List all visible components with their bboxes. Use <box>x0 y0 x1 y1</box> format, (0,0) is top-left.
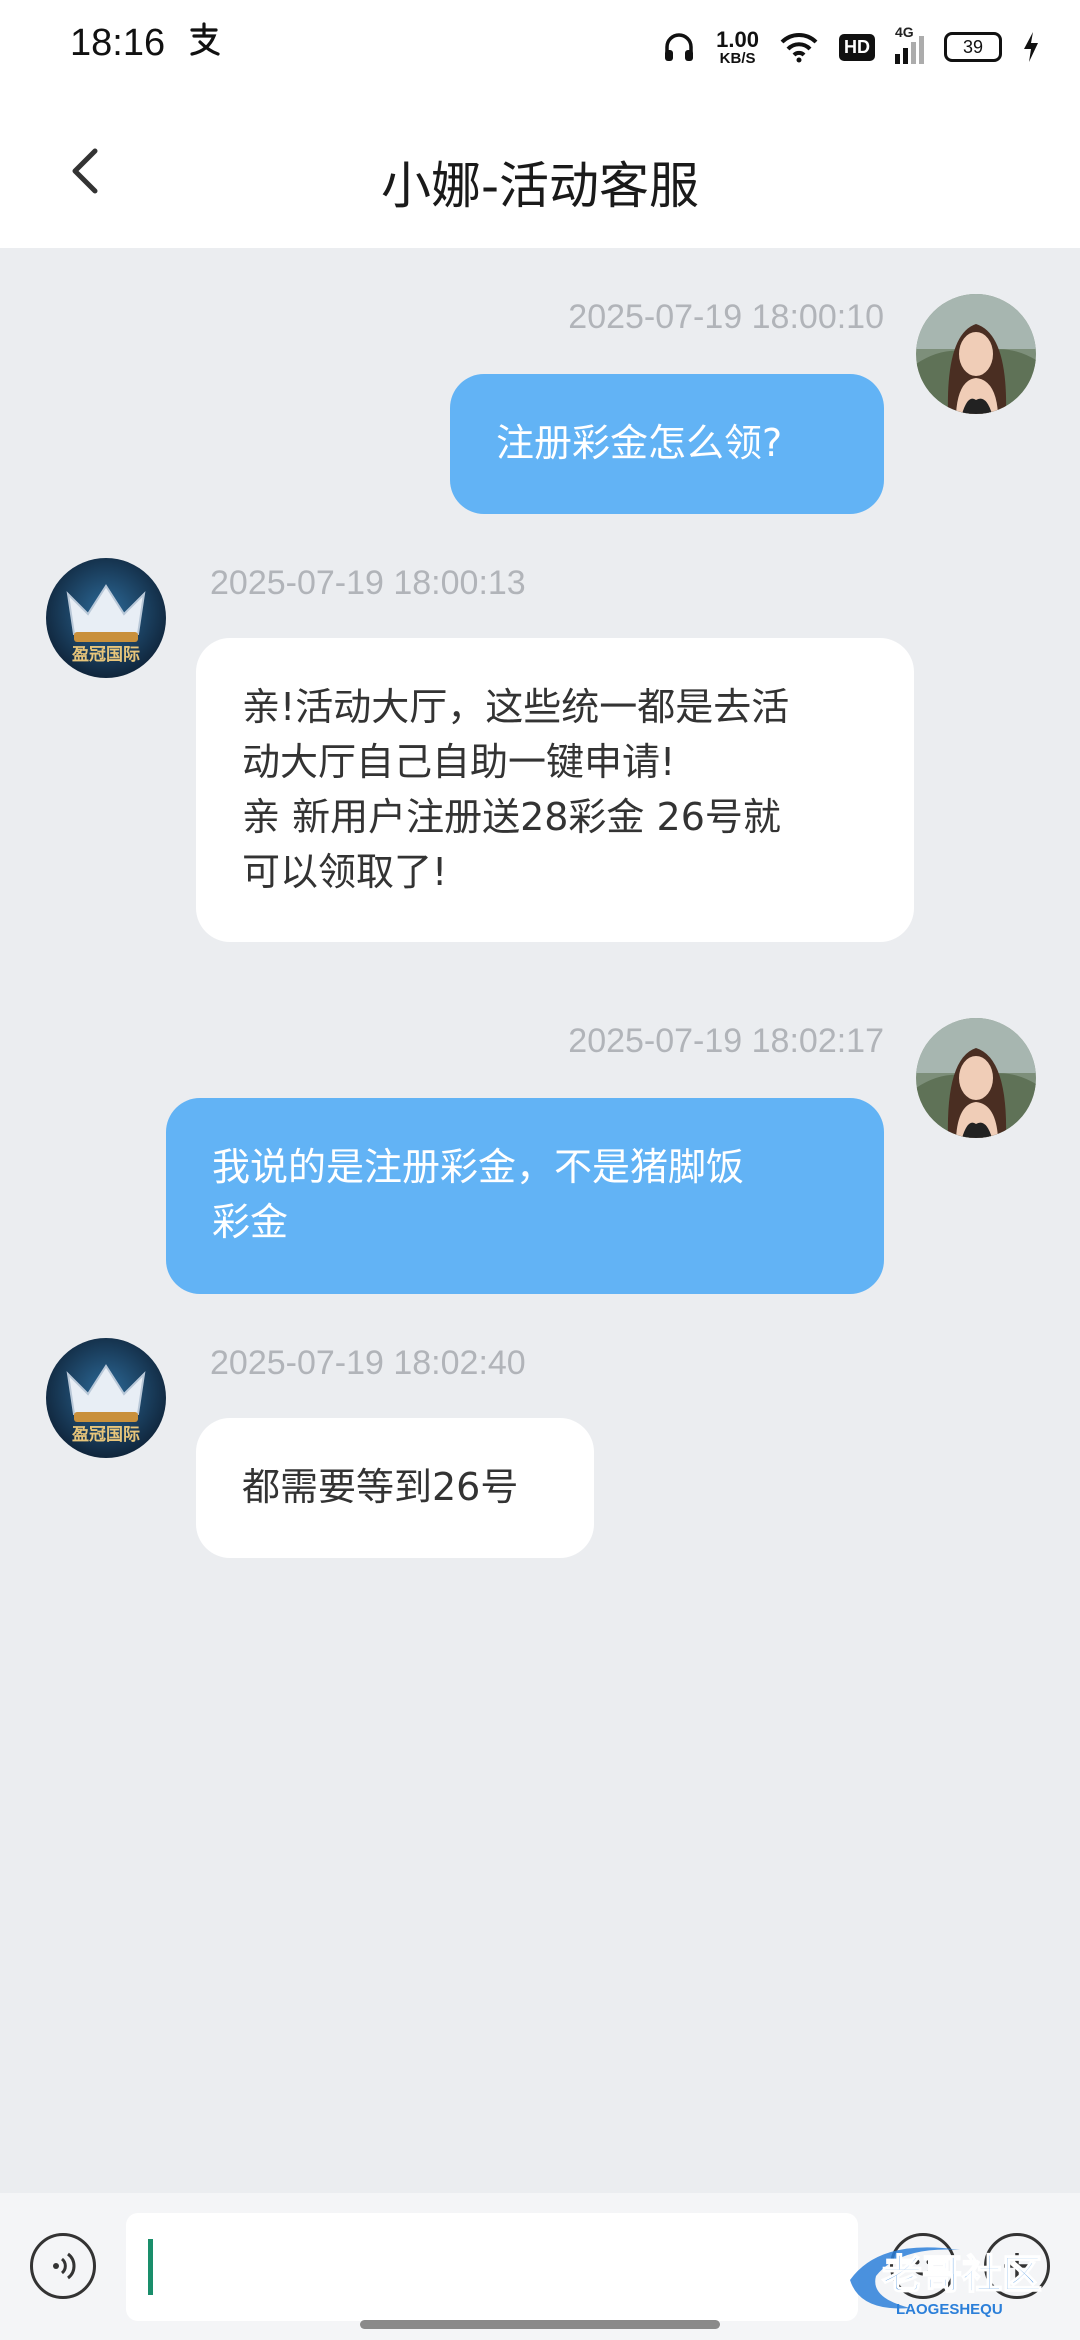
agent-avatar[interactable]: 盈冠国际 <box>46 1338 166 1458</box>
charging-icon <box>1024 32 1038 62</box>
alipay-icon <box>188 22 222 65</box>
my-message-bubble[interactable]: 我说的是注册彩金，不是猪脚饭 彩金 <box>166 1098 884 1294</box>
network-speed-unit: KB/S <box>719 49 756 67</box>
battery-level: 39 <box>962 36 984 57</box>
message-input[interactable] <box>126 2213 858 2321</box>
network-speed-value: 1.00 <box>716 26 759 52</box>
agent-message-bubble[interactable]: 亲!活动大厅，这些统一都是去活 动大厅自己自助一键申请! 亲 新用户注册送28彩… <box>196 638 914 942</box>
wifi-icon <box>780 32 818 63</box>
chat-header: 小娜-活动客服 <box>0 96 1080 248</box>
network-type-label: 4G <box>895 24 914 40</box>
status-icons: 1.00 KB/S HD 4G 39 <box>662 22 1040 72</box>
message-timestamp: 2025-07-19 18:00:10 <box>568 298 884 336</box>
text-cursor <box>148 2239 153 2295</box>
message-timestamp: 2025-07-19 18:02:17 <box>568 1022 884 1060</box>
agent-avatar-text: 盈冠国际 <box>71 1425 140 1445</box>
voice-icon <box>53 2252 76 2280</box>
watermark-subtext: LAOGESHEQU <box>896 2301 1003 2318</box>
message-timestamp: 2025-07-19 18:00:13 <box>210 564 526 602</box>
agent-avatar[interactable]: 盈冠国际 <box>46 558 166 678</box>
watermark-logo: 老哥社区 LAOGESHEQU <box>850 2247 1043 2318</box>
cellular-signal-icon: 4G <box>895 24 924 64</box>
page-title: 小娜-活动客服 <box>380 157 700 215</box>
chat-message-list[interactable]: 2025-07-19 18:00:10 注册彩金怎么领? 盈冠国际 2025-0… <box>0 248 1080 2193</box>
status-bar: 18:16 1.00 KB/S HD 4G 39 <box>0 0 1080 96</box>
agent-message-bubble[interactable]: 都需要等到26号 <box>196 1418 594 1558</box>
network-speed: 1.00 KB/S <box>716 26 759 67</box>
agent-avatar-text: 盈冠国际 <box>71 645 140 665</box>
battery-icon: 39 <box>944 32 1002 62</box>
voice-button[interactable] <box>30 2233 96 2299</box>
user-avatar[interactable] <box>916 294 1036 414</box>
my-message-bubble[interactable]: 注册彩金怎么领? <box>450 374 884 514</box>
user-avatar[interactable] <box>916 1018 1036 1138</box>
hd-badge: HD <box>839 33 875 61</box>
home-indicator[interactable] <box>360 2320 720 2329</box>
headphones-icon <box>665 33 694 61</box>
status-time: 18:16 <box>70 22 166 64</box>
watermark-text: 老哥社区 <box>882 2252 1042 2298</box>
message-timestamp: 2025-07-19 18:02:40 <box>210 1344 526 1382</box>
